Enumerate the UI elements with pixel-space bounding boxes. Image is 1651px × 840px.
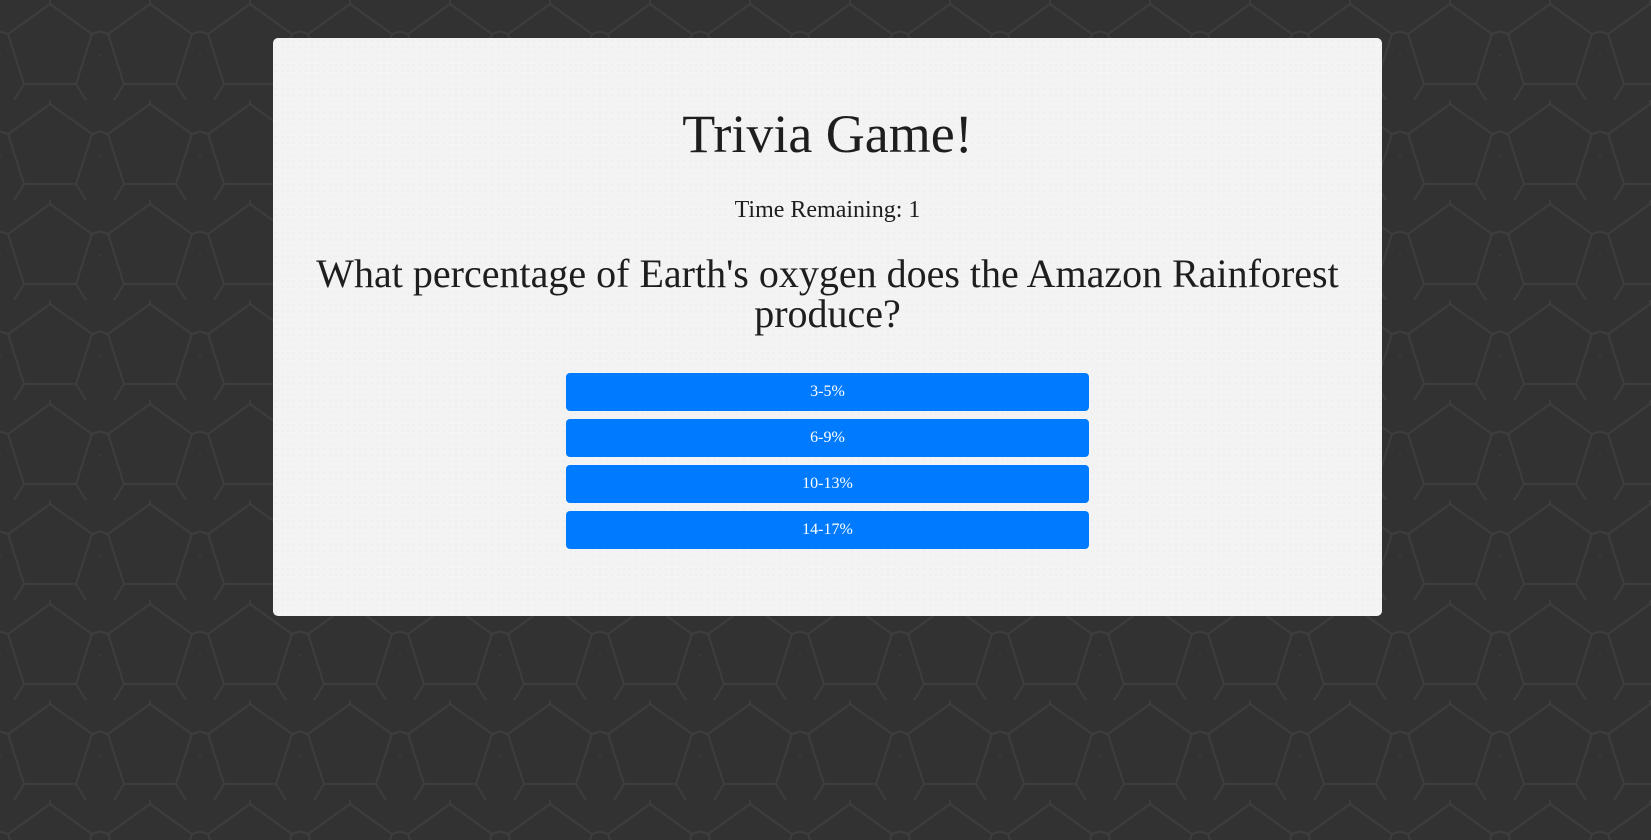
answer-button-2[interactable]: 6-9% bbox=[566, 419, 1089, 457]
answer-button-3[interactable]: 10-13% bbox=[566, 465, 1089, 503]
trivia-card: Trivia Game! Time Remaining: 1 What perc… bbox=[273, 38, 1382, 616]
answer-list: 3-5% 6-9% 10-13% 14-17% bbox=[566, 373, 1089, 557]
time-remaining: Time Remaining: 1 bbox=[734, 197, 921, 223]
answer-button-4[interactable]: 14-17% bbox=[566, 511, 1089, 549]
question-text: What percentage of Earth's oxygen does t… bbox=[316, 251, 1339, 336]
page-title: Trivia Game! bbox=[682, 104, 973, 164]
answer-button-1[interactable]: 3-5% bbox=[566, 373, 1089, 411]
